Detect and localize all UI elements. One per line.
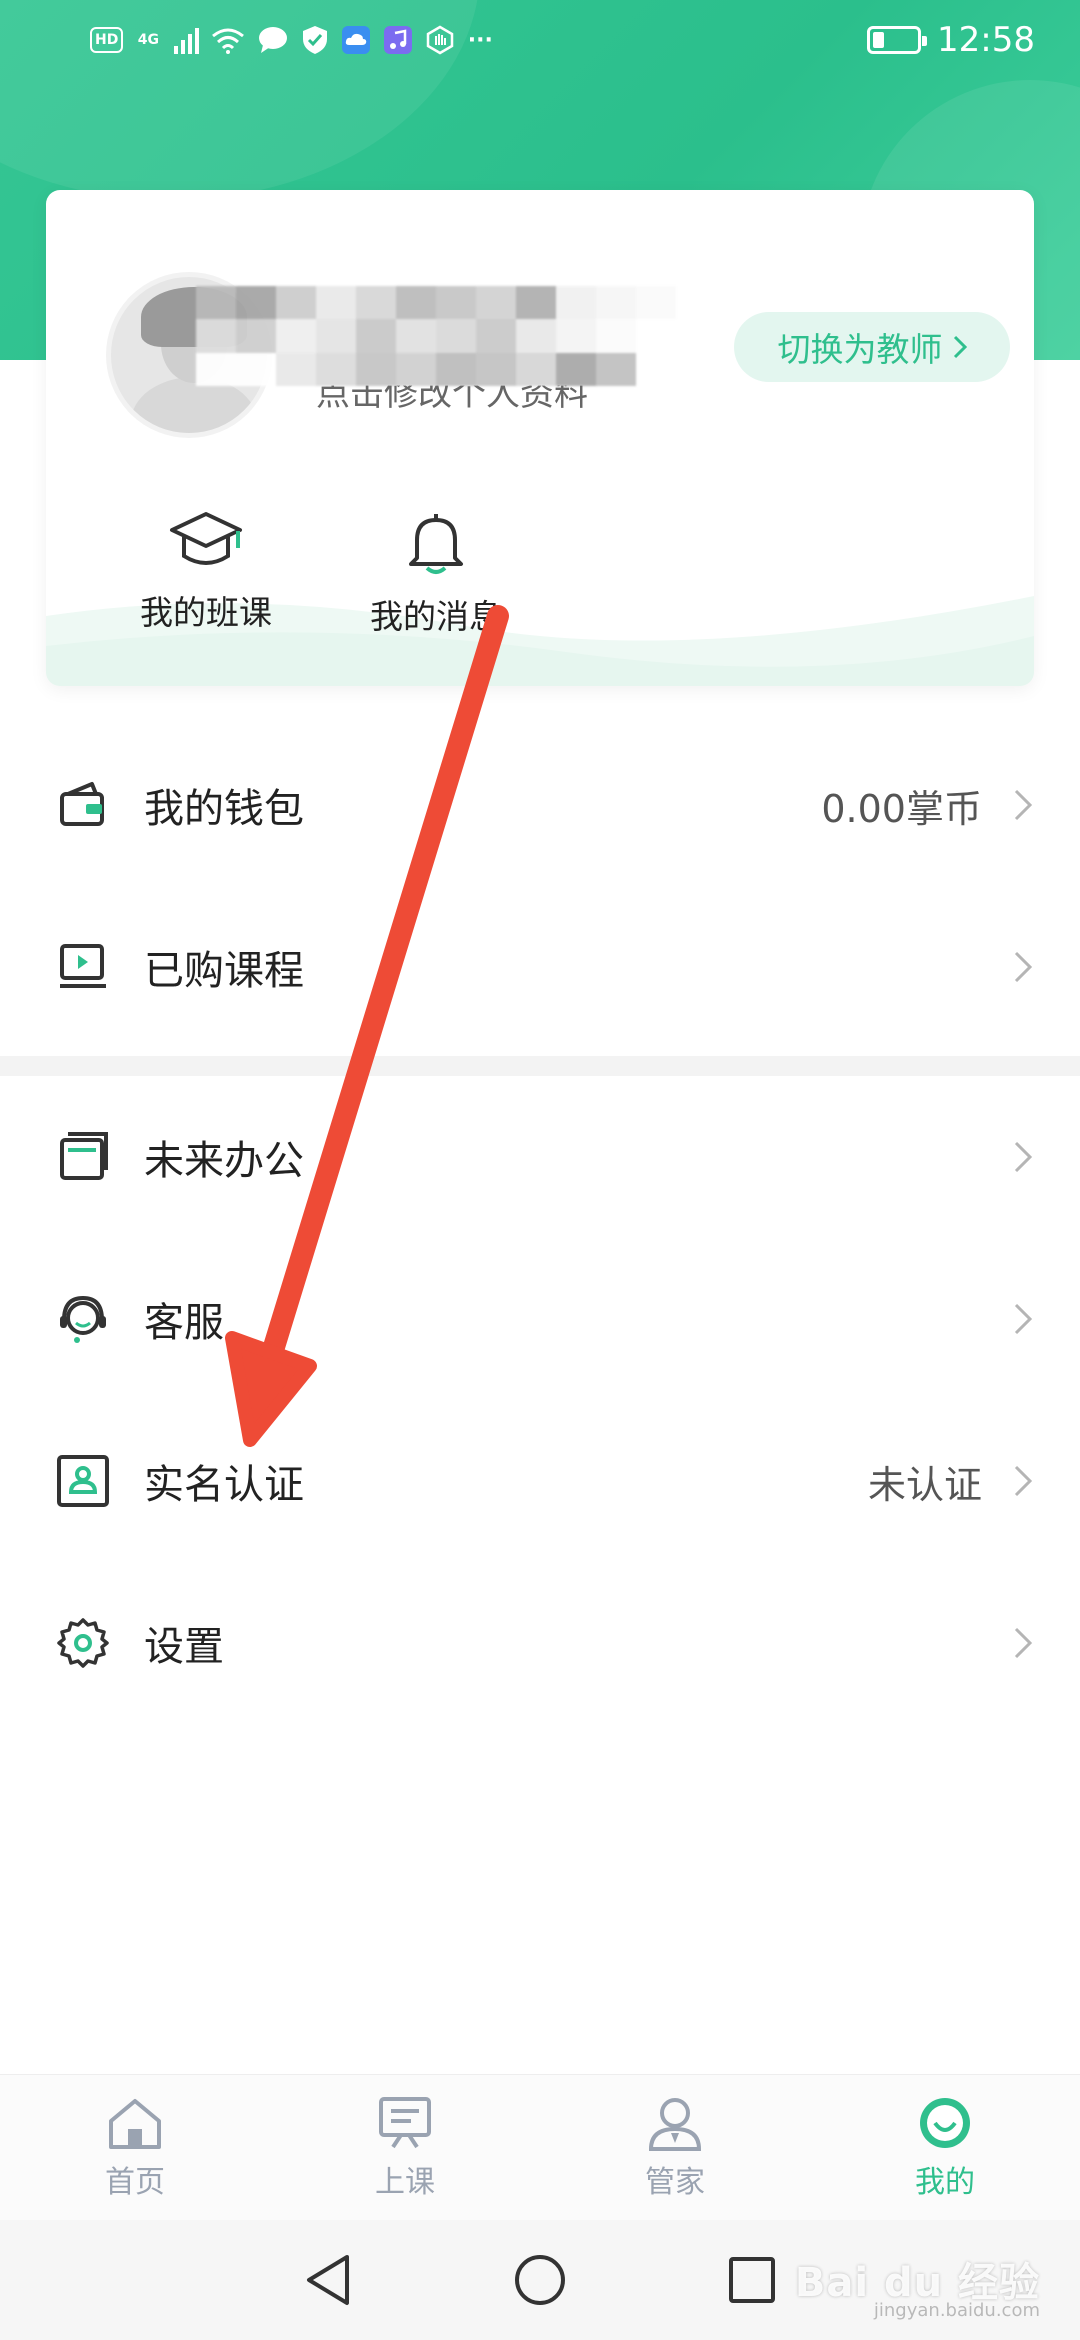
chevron-right-icon: [953, 335, 967, 359]
music-icon: [384, 26, 413, 54]
baidu-watermark-url: jingyan.baidu.com: [873, 2300, 1040, 2321]
profile-card: 点击修改个人资料 切换为教师 我的班课 我的消息: [46, 190, 1034, 686]
id-card-icon: [57, 1455, 109, 1507]
switch-button-label: 切换为教师: [777, 330, 943, 369]
graduation-cap-icon: [170, 512, 242, 565]
wallet-icon: [60, 782, 104, 826]
switch-to-teacher-button[interactable]: 切换为教师: [734, 312, 1010, 382]
cloud-icon: [342, 26, 371, 54]
menu-item-real-name-verification[interactable]: 实名认证 未认证: [0, 1400, 1080, 1562]
menu-item-label: 已购课程: [144, 948, 304, 994]
shortcut-label: 我的班课: [140, 593, 272, 632]
clock: 12:58: [937, 20, 1035, 60]
chevron-right-icon: [1014, 1303, 1033, 1335]
menu-item-purchased-courses[interactable]: 已购课程: [0, 886, 1080, 1048]
verification-status: 未认证: [867, 1462, 982, 1507]
shortcut-label: 我的消息: [370, 597, 502, 636]
gear-icon: [57, 1618, 109, 1668]
tab-home[interactable]: 首页: [0, 2075, 270, 2220]
shield-icon: [303, 26, 328, 54]
tab-label: 管家: [645, 2164, 705, 2200]
chevron-right-icon: [1014, 1465, 1033, 1497]
tab-label: 上课: [375, 2164, 435, 2200]
hand-icon: [427, 25, 454, 55]
battery-level: [873, 32, 884, 48]
recent-apps-icon[interactable]: [727, 2255, 777, 2305]
back-icon[interactable]: [303, 2253, 353, 2307]
menu-item-label: 未来办公: [144, 1138, 304, 1184]
office-icon: [60, 1132, 108, 1180]
signal-icon: [174, 28, 200, 54]
bottom-tab-bar: 首页 上课 管家 我的: [0, 2074, 1080, 2220]
username-blurred[interactable]: [196, 286, 756, 386]
menu-group-services: 未来办公 客服 实名认证 未认证 设置: [0, 1076, 1080, 1724]
tab-me[interactable]: 我的: [810, 2075, 1080, 2220]
section-divider: [0, 1056, 1080, 1076]
chevron-right-icon: [1014, 789, 1033, 821]
menu-item-label: 设置: [144, 1624, 224, 1670]
shortcut-my-messages[interactable]: 我的消息: [346, 510, 526, 638]
battery-icon: [867, 26, 928, 54]
menu-item-customer-service[interactable]: 客服: [0, 1238, 1080, 1400]
status-bar: HD 4G ··· 12:58: [0, 0, 1080, 80]
tab-butler[interactable]: 管家: [540, 2075, 810, 2220]
more-icon: ···: [467, 27, 493, 53]
menu-item-settings[interactable]: 设置: [0, 1562, 1080, 1724]
home-icon: [109, 2098, 161, 2149]
me-icon: [920, 2097, 970, 2148]
class-board-icon: [379, 2096, 431, 2148]
menu-group-account: 我的钱包 0.00掌币 已购课程: [0, 724, 1080, 1048]
menu-item-future-office[interactable]: 未来办公: [0, 1076, 1080, 1238]
wallet-balance: 0.00掌币: [821, 786, 982, 831]
video-course-icon: [60, 944, 106, 988]
message-icon: [259, 27, 288, 53]
tab-class[interactable]: 上课: [270, 2075, 540, 2220]
customer-service-icon: [60, 1295, 106, 1343]
butler-icon: [648, 2097, 702, 2151]
menu-item-label: 我的钱包: [144, 786, 304, 832]
chevron-right-icon: [1014, 1141, 1033, 1173]
home-circle-icon[interactable]: [513, 2253, 567, 2307]
bell-icon: [409, 514, 463, 574]
hd-icon: HD: [90, 27, 124, 53]
menu-item-wallet[interactable]: 我的钱包 0.00掌币: [0, 724, 1080, 886]
tab-label: 我的: [915, 2164, 975, 2200]
shortcut-my-classes[interactable]: 我的班课: [116, 510, 296, 634]
chevron-right-icon: [1014, 951, 1033, 983]
network-4g-icon: 4G: [137, 32, 159, 48]
tab-label: 首页: [105, 2164, 165, 2200]
wifi-icon: [212, 28, 245, 54]
chevron-right-icon: [1014, 1627, 1033, 1659]
menu-item-label: 实名认证: [144, 1462, 304, 1508]
menu-item-label: 客服: [144, 1300, 224, 1346]
